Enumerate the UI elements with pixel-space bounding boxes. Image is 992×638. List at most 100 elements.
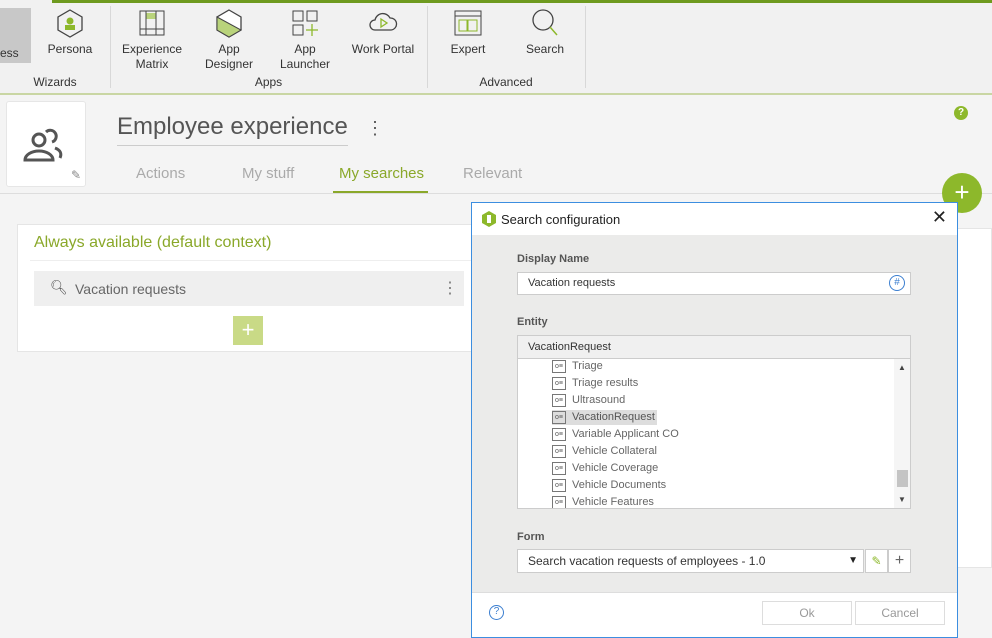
item-menu-icon[interactable]: ⋮	[442, 278, 458, 298]
group-label-wizards: Wizards	[33, 75, 77, 89]
entity-icon: o≡	[552, 445, 566, 458]
search-item-label: Vacation requests	[75, 281, 187, 297]
ribbon-label: App Launcher	[279, 42, 331, 71]
dialog-header: Search configuration ✕	[472, 203, 957, 235]
add-form-button[interactable]: +	[888, 549, 911, 573]
help-icon[interactable]: ?	[954, 106, 968, 120]
entity-list-item-selected[interactable]: o≡ VacationRequest	[552, 410, 657, 425]
entity-icon: o≡	[552, 394, 566, 407]
search-configuration-dialog: Search configuration ✕ Display Name Vaca…	[471, 202, 958, 638]
entity-name: Vehicle Documents	[572, 479, 667, 491]
ribbon-label: Persona	[47, 42, 93, 56]
display-name-input[interactable]: Vacation requests #	[517, 272, 911, 295]
help-icon[interactable]: ?	[489, 605, 504, 620]
dropdown-arrow-icon: ▼	[848, 555, 858, 566]
app-launcher-icon	[292, 10, 318, 36]
entity-icon: o≡	[552, 360, 566, 373]
display-name-label: Display Name	[517, 253, 590, 265]
tab-actions[interactable]: Actions	[136, 165, 185, 182]
ribbon-label: App Designer	[204, 42, 254, 71]
ribbon-app-launcher-button[interactable]: App Launcher	[269, 8, 341, 72]
persona-icon	[57, 9, 83, 38]
entity-list-item[interactable]: o≡ Vehicle Coverage	[552, 461, 658, 476]
pencil-icon: ✎	[871, 554, 882, 568]
cancel-button[interactable]: Cancel	[855, 601, 945, 625]
page-title: Employee experience	[117, 113, 348, 146]
entity-name: VacationRequest	[572, 411, 655, 423]
ribbon-accent-line	[52, 0, 992, 3]
close-icon[interactable]: ✕	[932, 207, 947, 228]
entity-name: Variable Applicant CO	[572, 428, 679, 440]
tab-my-searches[interactable]: My searches	[339, 165, 424, 182]
entity-icon: o≡	[552, 462, 566, 475]
form-value: Search vacation requests of employees - …	[528, 554, 766, 568]
expert-icon	[454, 10, 482, 36]
ribbon-expert-button[interactable]: Expert	[440, 8, 496, 57]
people-icon	[23, 128, 63, 162]
avatar[interactable]: ✎	[6, 101, 86, 187]
form-select[interactable]: Search vacation requests of employees - …	[517, 549, 864, 573]
ribbon-process-button[interactable]: ess	[0, 8, 31, 63]
entity-list-item[interactable]: o≡ Vehicle Documents	[552, 478, 666, 493]
tab-relevant[interactable]: Relevant	[463, 165, 522, 182]
edit-form-button[interactable]: ✎	[865, 549, 888, 573]
scroll-down-icon[interactable]: ▼	[898, 495, 906, 504]
entity-icon: o≡	[552, 411, 566, 424]
entity-name: Triage results	[572, 377, 639, 389]
app-designer-icon	[216, 9, 243, 38]
display-name-value: Vacation requests	[528, 277, 616, 289]
entity-list: o≡ Triage o≡ Triage results o≡ Ultrasound o…	[517, 359, 911, 509]
ribbon-label: Expert	[450, 42, 486, 56]
search-icon	[532, 9, 558, 36]
ribbon: ess Persona Experience Matrix App Design…	[0, 0, 992, 95]
scrollbar-thumb[interactable]	[897, 470, 908, 487]
scroll-up-icon[interactable]: ▲	[898, 363, 906, 372]
ok-button[interactable]: Ok	[762, 601, 852, 625]
entity-icon: o≡	[552, 377, 566, 390]
more-options-icon[interactable]: ⋮	[366, 118, 384, 139]
work-portal-icon	[369, 12, 398, 31]
ribbon-search-button[interactable]: Search	[518, 8, 572, 57]
divider	[30, 260, 476, 261]
entity-list-item[interactable]: o≡ Vehicle Features	[552, 495, 654, 508]
ribbon-label: Experience Matrix	[121, 42, 183, 71]
ribbon-label: ess	[0, 46, 19, 60]
entity-name: Vehicle Collateral	[572, 445, 657, 457]
entity-list-item[interactable]: o≡ Triage	[552, 359, 603, 374]
entity-name: Triage	[572, 360, 603, 372]
tab-my-stuff[interactable]: My stuff	[242, 165, 294, 182]
ribbon-label: Work Portal	[351, 42, 415, 56]
matrix-icon	[139, 10, 165, 36]
ribbon-experience-matrix-button[interactable]: Experience Matrix	[118, 8, 186, 72]
entity-icon: o≡	[552, 496, 566, 508]
ribbon-persona-button[interactable]: Persona	[45, 8, 95, 57]
entity-list-item[interactable]: o≡ Triage results	[552, 376, 638, 391]
ribbon-work-portal-button[interactable]: Work Portal	[350, 8, 416, 57]
entity-list-item[interactable]: o≡ Vehicle Collateral	[552, 444, 657, 459]
group-label-advanced: Advanced	[479, 75, 533, 89]
entity-value: VacationRequest	[528, 341, 611, 353]
add-search-button[interactable]: +	[233, 316, 263, 345]
entity-list-item[interactable]: o≡ Ultrasound	[552, 393, 625, 408]
search-list-item[interactable]: 🔍︎ Vacation requests ⋮	[34, 271, 464, 306]
dialog-title: Search configuration	[501, 212, 621, 227]
divider	[585, 6, 586, 88]
entity-icon: o≡	[552, 479, 566, 492]
card-title: Always available (default context)	[34, 234, 272, 251]
magnifier-icon: 🔍︎	[50, 279, 68, 295]
side-panel	[955, 228, 992, 568]
tab-divider	[0, 193, 992, 194]
entity-selector[interactable]: VacationRequest	[517, 335, 911, 359]
entity-name: Vehicle Coverage	[572, 462, 659, 474]
form-label: Form	[517, 531, 545, 543]
ribbon-label: Search	[525, 42, 565, 56]
entity-icon: o≡	[552, 428, 566, 441]
entity-list-scrollbar[interactable]: ▲ ▼	[894, 359, 910, 508]
entity-list-item[interactable]: o≡ Variable Applicant CO	[552, 427, 679, 442]
app-logo-icon	[482, 211, 496, 227]
translate-globe-icon[interactable]: #	[889, 275, 905, 291]
plus-icon: +	[894, 552, 905, 569]
entity-label: Entity	[517, 316, 548, 328]
ribbon-app-designer-button[interactable]: App Designer	[193, 8, 265, 72]
edit-pencil-icon[interactable]: ✎	[71, 168, 81, 182]
